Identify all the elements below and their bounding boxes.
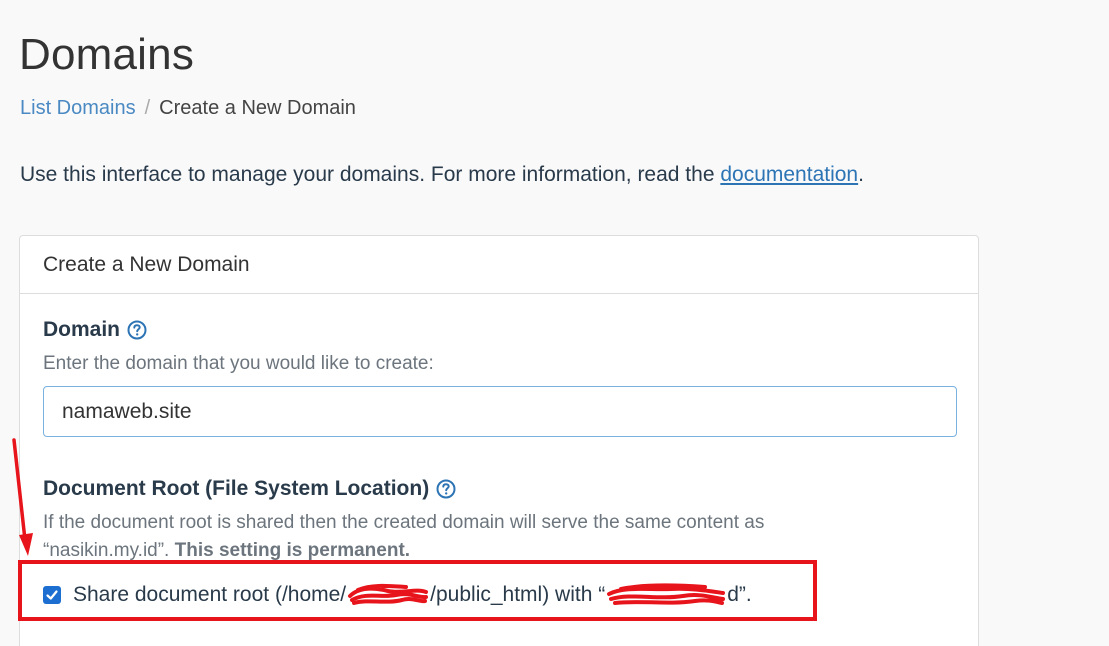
red-arrow-annotation [12,438,33,556]
